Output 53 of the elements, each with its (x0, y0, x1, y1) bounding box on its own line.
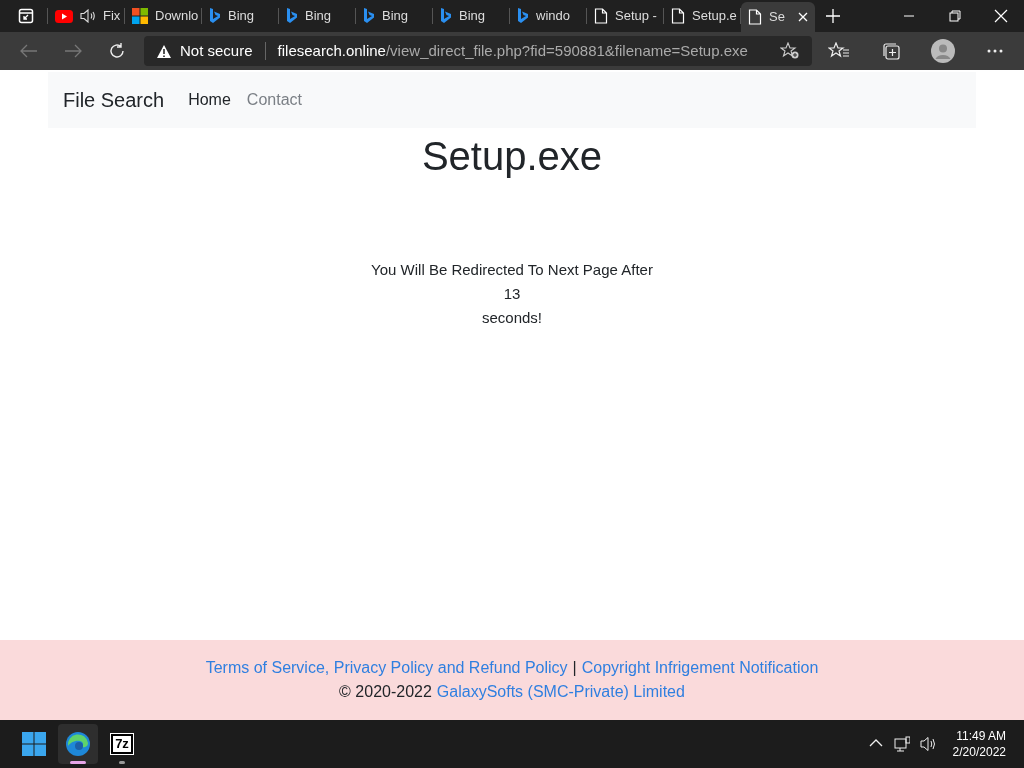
document-icon (671, 8, 685, 24)
b-letter-icon (517, 8, 529, 24)
app-window-icon (18, 8, 34, 24)
document-icon (594, 8, 608, 24)
nav-link[interactable]: Contact (246, 88, 302, 112)
tab-title: Bing (228, 8, 255, 24)
tab-title: windo (536, 8, 570, 24)
browser-tab[interactable]: Bing (202, 8, 279, 24)
tab-title: Bing (305, 8, 332, 24)
browser-tab[interactable]: Fix (48, 8, 125, 24)
close-icon[interactable] (798, 12, 808, 22)
browser-tab[interactable]: Bing (279, 8, 356, 24)
edge-browser-icon (65, 731, 91, 757)
document-icon (748, 9, 762, 25)
tab-title: Fix (103, 8, 121, 24)
page-heading: Setup.exe (420, 133, 604, 180)
speaker-icon[interactable] (80, 9, 96, 23)
browser-tab[interactable]: windo (510, 8, 587, 24)
browser-tab[interactable]: Bing (433, 8, 510, 24)
clock-time: 11:49 AM (956, 728, 1006, 744)
security-label: Not secure (180, 40, 253, 61)
nav-link[interactable]: Home (188, 88, 231, 112)
four-squares-icon (132, 8, 148, 24)
star-add-icon[interactable] (780, 42, 800, 60)
browser-tab[interactable]: Bing (356, 8, 433, 24)
clock-date: 2/20/2022 (952, 744, 1006, 760)
taskbar-app[interactable]: 7z (102, 724, 142, 764)
countdown-number: 13 (503, 284, 521, 304)
copyright-text: © 2020-2022 (339, 682, 432, 702)
tab-title: Se (769, 8, 785, 27)
redirect-message: seconds! (481, 308, 542, 328)
b-letter-icon (363, 8, 375, 24)
browser-tab[interactable]: Setup - (587, 8, 664, 24)
taskbar-app[interactable] (58, 724, 98, 764)
brand-link[interactable]: File Search (63, 85, 165, 115)
clock[interactable]: 11:49 AM 2/20/2022 (952, 728, 1006, 760)
archive-app-icon: 7z (111, 734, 133, 754)
browser-tab[interactable]: Se (741, 2, 815, 32)
tab-title: Downlo (155, 8, 199, 24)
video-play-icon (55, 9, 73, 23)
browser-tab[interactable]: Downlo (125, 8, 202, 24)
tab-title: Setup - (615, 8, 657, 24)
url-text: filesearch.online/view_direct_file.php?fid=590881&filename=Setup.exe (277, 40, 748, 61)
b-letter-icon (286, 8, 298, 24)
separator-text: | (572, 658, 577, 678)
b-letter-icon (209, 8, 221, 24)
b-letter-icon (440, 8, 452, 24)
tab-title: Bing (382, 8, 409, 24)
redirect-message: You Will Be Redirected To Next Page After (371, 260, 653, 280)
tab-title: Setup.e (692, 8, 737, 24)
address-bar[interactable]: Not secure filesearch.online/view_direct_file.php?fid=590881&filename=Setup.exe (144, 36, 812, 66)
warning-icon (156, 43, 172, 59)
tab-title: Bing (459, 8, 486, 24)
